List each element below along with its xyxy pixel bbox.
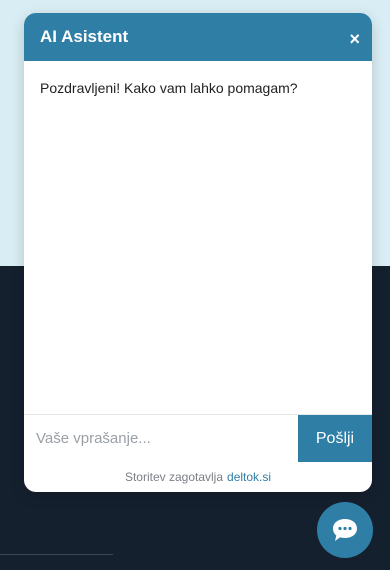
footer-link[interactable]: deltok.si	[227, 470, 271, 484]
chat-messages: Pozdravljeni! Kako vam lahko pomagam?	[24, 61, 372, 414]
footer-text: Storitev zagotavlja	[124, 470, 224, 484]
chat-title: AI Asistent	[40, 27, 129, 46]
chat-input[interactable]	[24, 415, 298, 462]
bot-message: Pozdravljeni! Kako vam lahko pomagam?	[40, 80, 298, 96]
chat-footer: Storitev zagotavlja deltok.si	[24, 462, 372, 492]
chat-header: AI Asistent ×	[24, 13, 372, 61]
chat-launcher-button[interactable]	[317, 502, 373, 558]
footer-divider	[0, 554, 113, 555]
chat-bubble-icon	[333, 519, 357, 541]
close-button[interactable]: ×	[349, 30, 360, 48]
chat-window: AI Asistent × Pozdravljeni! Kako vam lah…	[24, 13, 372, 492]
send-button[interactable]: Pošlji	[298, 415, 372, 462]
chat-input-row: Pošlji	[24, 414, 372, 462]
